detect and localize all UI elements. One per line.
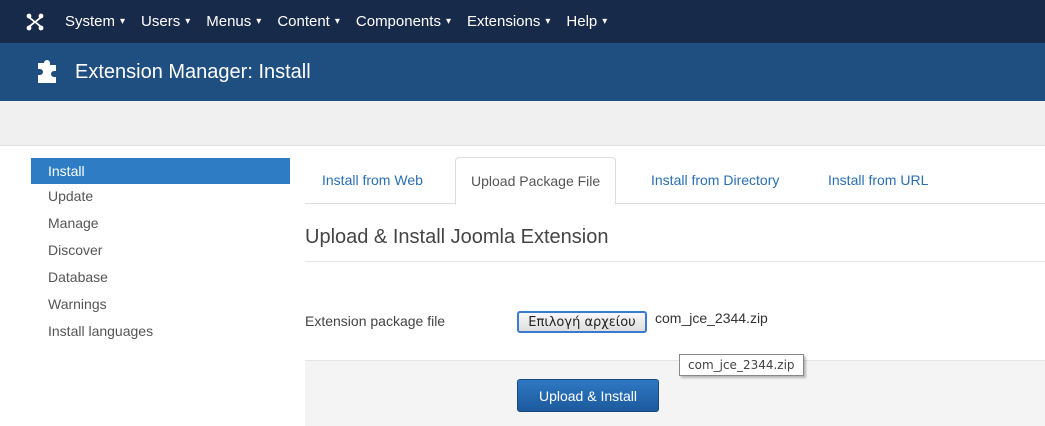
sidebar-item-warnings[interactable]: Warnings — [31, 292, 290, 319]
install-tabs: Install from Web Upload Package File Ins… — [305, 157, 1045, 205]
sidebar-item-manage[interactable]: Manage — [31, 211, 290, 238]
main-menu: System ▾ Users ▾ Menus ▾ Content ▾ Component… — [57, 13, 615, 30]
menu-content-label: Content — [277, 13, 330, 30]
caret-down-icon: ▾ — [256, 16, 262, 27]
menu-extensions-label: Extensions — [466, 13, 541, 30]
sidebar: Install Update Manage Discover Database … — [31, 158, 290, 346]
menu-content[interactable]: Content ▾ — [269, 13, 348, 30]
caret-down-icon: ▾ — [185, 16, 191, 27]
caret-down-icon: ▾ — [120, 16, 126, 27]
menu-system[interactable]: System ▾ — [57, 13, 133, 30]
sidebar-item-update[interactable]: Update — [31, 184, 290, 211]
menu-help-label: Help — [566, 13, 598, 30]
sidebar-item-install-languages[interactable]: Install languages — [31, 319, 290, 346]
choose-file-button[interactable]: Επιλογή αρχείου — [517, 311, 647, 333]
top-navbar: System ▾ Users ▾ Menus ▾ Content ▾ Component… — [0, 0, 1045, 43]
caret-down-icon: ▾ — [602, 16, 608, 27]
sidebar-item-install[interactable]: Install — [31, 158, 290, 184]
puzzle-icon — [33, 58, 61, 86]
selected-file-name: com_jce_2344.zip — [655, 310, 768, 326]
file-tooltip: com_jce_2344.zip — [679, 354, 804, 376]
tab-install-from-url[interactable]: Install from URL — [813, 157, 943, 204]
page-header: Extension Manager: Install — [0, 43, 1045, 101]
caret-down-icon: ▾ — [334, 16, 340, 27]
tab-install-from-web[interactable]: Install from Web — [307, 157, 438, 204]
menu-menus-label: Menus — [206, 13, 252, 30]
form-actions — [305, 360, 1045, 426]
package-file-label: Extension package file — [305, 313, 446, 329]
caret-down-icon: ▾ — [445, 16, 451, 27]
menu-components-label: Components — [355, 13, 441, 30]
menu-users[interactable]: Users ▾ — [133, 13, 198, 30]
menu-help[interactable]: Help ▾ — [558, 13, 615, 30]
tab-upload-package-file[interactable]: Upload Package File — [455, 157, 617, 205]
sidebar-item-discover[interactable]: Discover — [31, 238, 290, 265]
menu-menus[interactable]: Menus ▾ — [198, 13, 269, 30]
section-title: Upload & Install Joomla Extension — [305, 226, 609, 248]
menu-system-label: System — [65, 13, 116, 30]
joomla-logo-icon[interactable] — [24, 11, 46, 33]
menu-users-label: Users — [141, 13, 181, 30]
divider — [305, 261, 1045, 262]
menu-extensions[interactable]: Extensions ▾ — [459, 13, 558, 30]
tab-install-from-directory[interactable]: Install from Directory — [636, 157, 794, 204]
page-title: Extension Manager: Install — [75, 60, 311, 83]
menu-components[interactable]: Components ▾ — [348, 13, 459, 30]
sidebar-item-database[interactable]: Database — [31, 265, 290, 292]
upload-install-button[interactable]: Upload & Install — [517, 379, 659, 412]
caret-down-icon: ▾ — [545, 16, 551, 27]
toolbar-area — [0, 101, 1045, 146]
